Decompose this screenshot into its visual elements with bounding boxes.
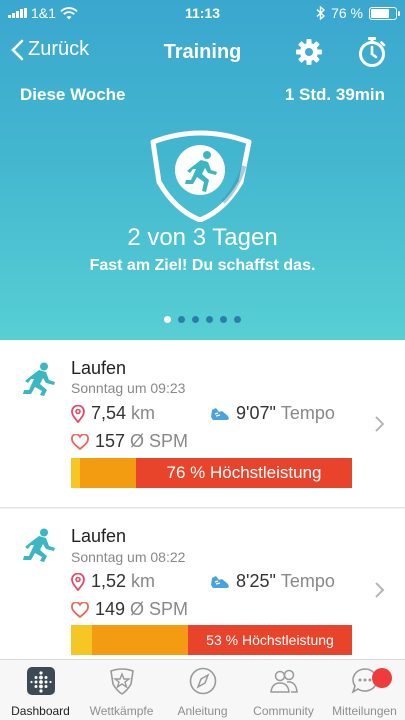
activity-card[interactable]: Laufen Sonntag um 08:22 1,52 km 8'25" Te… [0, 509, 405, 659]
goal-message: Fast am Ziel! Du schaffst das. [89, 257, 316, 274]
tab-label: Community [253, 704, 314, 718]
challenges-icon [109, 668, 134, 695]
status-bar: 1&1 11:13 76 % [0, 0, 405, 26]
nav-bar: Zurück Training [0, 32, 405, 76]
tab-bar: Dashboard Wettkämpfe Anleitung Community… [0, 659, 405, 720]
distance-stat: 7,54 km [71, 403, 155, 424]
page-dot[interactable] [206, 316, 213, 323]
page-dot[interactable] [220, 316, 227, 323]
dashboard-icon [26, 667, 55, 695]
effort-segment-mid [80, 458, 136, 488]
notification-badge [372, 668, 392, 688]
effort-label: 53 % Höchstleistung [188, 625, 352, 655]
tab-community[interactable]: Community [243, 666, 324, 718]
exercise-goal-badge [150, 130, 252, 222]
effort-segment-low [71, 625, 92, 655]
chevron-right-icon[interactable] [373, 413, 387, 435]
effort-bar: 76 % Höchstleistung [71, 458, 352, 488]
community-icon [269, 669, 298, 693]
shoe-icon [211, 407, 229, 420]
heart-icon [71, 601, 89, 618]
bluetooth-icon [316, 6, 326, 20]
heart-icon [71, 433, 89, 450]
running-icon [23, 528, 55, 562]
goal-progress: 2 von 3 Tagen [127, 224, 278, 251]
page-dot[interactable] [178, 316, 185, 323]
distance-value: 7,54 [91, 403, 127, 423]
week-summary: Diese Woche 1 Std. 39min [20, 85, 385, 105]
battery-percent: 76 % [331, 5, 363, 21]
compass-icon [189, 667, 216, 695]
activity-title: Laufen [71, 526, 127, 546]
distance-unit: km [131, 571, 156, 591]
pace-value: 9'07" [236, 403, 276, 423]
tab-guidance[interactable]: Anleitung [162, 666, 243, 718]
shoe-icon [211, 575, 229, 588]
effort-segment-mid [92, 625, 188, 655]
tab-label: Anleitung [177, 704, 228, 718]
effort-segment-low [71, 458, 80, 488]
training-header: 1&1 11:13 76 % Zurück Training Diese Woc… [0, 0, 405, 340]
effort-bar: 53 % Höchstleistung [71, 625, 352, 655]
week-duration: 1 Std. 39min [284, 85, 385, 104]
pace-unit: Tempo [280, 571, 335, 591]
chevron-right-icon[interactable] [373, 579, 387, 601]
spm-value: 157 [95, 431, 126, 451]
spm-stat: 157 Ø SPM [71, 431, 188, 452]
tab-label: Dashboard [11, 704, 70, 718]
activity-card[interactable]: Laufen Sonntag um 09:23 7,54 km 9'07" Te… [0, 340, 405, 508]
week-label: Diese Woche [20, 85, 126, 104]
spm-unit: Ø SPM [130, 599, 189, 619]
page-dot[interactable] [164, 316, 171, 323]
pace-stat: 8'25" Tempo [210, 571, 335, 592]
page-title: Training [163, 41, 242, 63]
spm-unit: Ø SPM [130, 431, 189, 451]
location-pin-icon [71, 572, 85, 591]
location-pin-icon [71, 404, 85, 423]
running-icon [23, 362, 55, 396]
tab-label: Wettkämpfe [89, 704, 154, 718]
spm-stat: 149 Ø SPM [71, 599, 188, 620]
tab-notifications[interactable]: Mitteilungen [324, 666, 405, 718]
page-dot[interactable] [192, 316, 199, 323]
pace-value: 8'25" [236, 571, 276, 591]
distance-unit: km [131, 403, 156, 423]
spm-value: 149 [95, 599, 126, 619]
page-indicator[interactable] [0, 316, 405, 323]
distance-value: 1,52 [91, 571, 127, 591]
effort-label: 76 % Höchstleistung [136, 458, 352, 488]
activity-title: Laufen [71, 358, 127, 378]
activity-time: Sonntag um 08:22 [71, 549, 186, 565]
pace-stat: 9'07" Tempo [210, 403, 335, 424]
distance-stat: 1,52 km [71, 571, 155, 592]
tab-label: Mitteilungen [332, 704, 397, 718]
page-dot[interactable] [234, 316, 241, 323]
activity-time: Sonntag um 09:23 [71, 380, 186, 396]
tab-challenges[interactable]: Wettkämpfe [81, 666, 162, 718]
tab-dashboard[interactable]: Dashboard [0, 666, 81, 718]
gear-icon[interactable] [295, 38, 323, 66]
pace-unit: Tempo [280, 403, 335, 423]
stopwatch-icon[interactable] [357, 36, 387, 68]
battery-icon [369, 6, 400, 20]
